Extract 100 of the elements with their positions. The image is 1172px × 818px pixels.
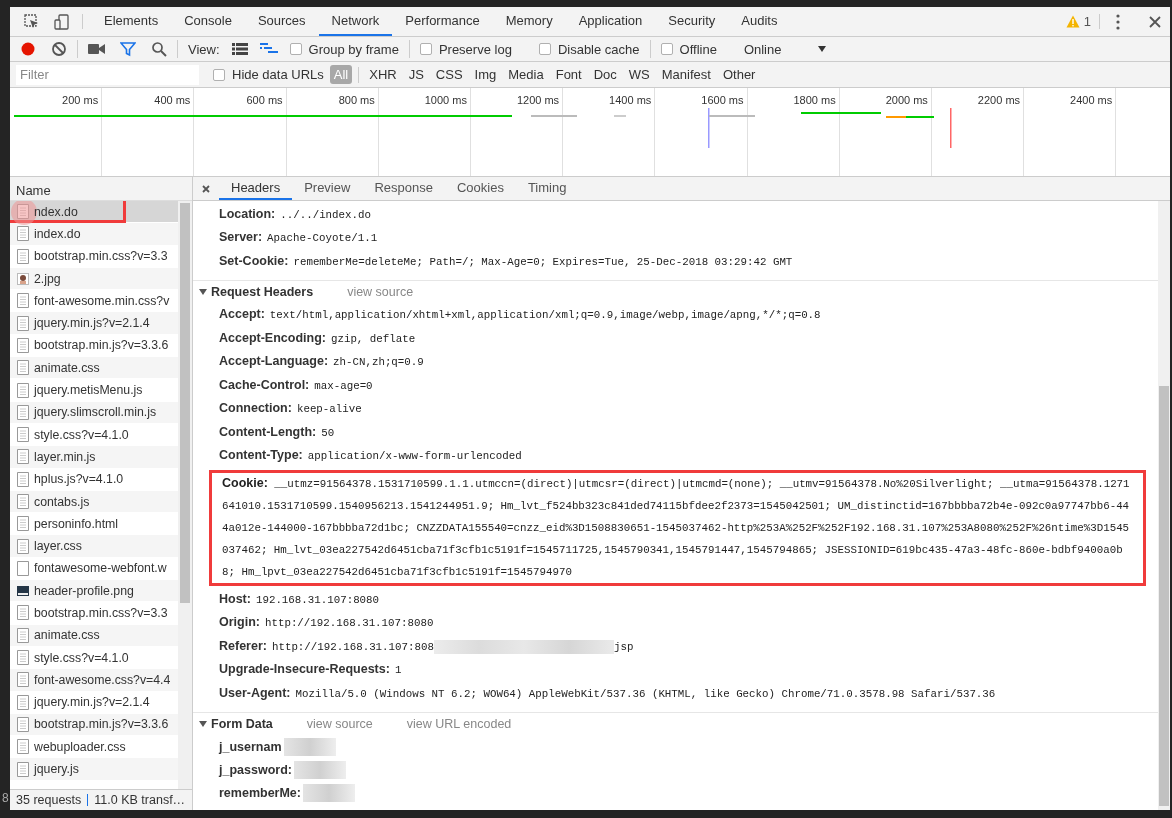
request-row[interactable]: ndex.do [10, 201, 178, 224]
time-tick-label: 400 ms [154, 94, 191, 106]
request-name: index.do [34, 226, 81, 241]
header-name: Accept-Language: [219, 354, 329, 370]
request-row[interactable]: jquery.metisMenu.js [10, 379, 178, 402]
type-filter-button[interactable]: WS [624, 65, 654, 84]
header-name: Connection: [219, 401, 292, 417]
transfer-size: 11.0 KB transf… [94, 793, 186, 807]
panel-tab[interactable]: Application [565, 7, 656, 36]
request-row[interactable]: header-profile.png [10, 580, 178, 603]
view-source-link[interactable]: view source [347, 285, 414, 299]
detail-tab[interactable]: Preview [292, 177, 363, 200]
request-row[interactable]: jquery.min.js?v=2.1.4 [10, 312, 178, 335]
section-title[interactable]: Request Headers [211, 285, 314, 299]
request-row[interactable]: layer.min.js [10, 446, 178, 469]
warning-count[interactable]: 1 [1083, 14, 1100, 29]
header-name: User-Agent: [219, 685, 291, 701]
checkbox-label[interactable]: Hide data URLs [232, 67, 324, 82]
request-name: jquery.slimscroll.min.js [34, 405, 157, 420]
header-name: Origin: [219, 615, 260, 631]
request-row[interactable]: layer.css [10, 535, 178, 558]
type-filter-button[interactable]: Font [551, 65, 586, 84]
request-name: bootstrap.min.css?v=3.3 [34, 606, 168, 620]
request-row[interactable]: contabs.js [10, 490, 178, 514]
time-tick-label: 2400 ms [1070, 94, 1113, 106]
request-row[interactable]: animate.css [10, 624, 178, 647]
request-name: animate.css [34, 360, 100, 375]
detail-tab[interactable]: Headers [219, 177, 293, 200]
edge-text: 8 [2, 791, 9, 805]
header-value: ../../index.do [280, 208, 371, 221]
detail-tab[interactable]: Timing [515, 177, 579, 200]
type-filter-button[interactable]: Manifest [657, 65, 715, 84]
request-row[interactable]: hplus.js?v=4.1.0 [10, 468, 178, 491]
header-value: zh-CN,zh;q=0.9 [333, 356, 424, 368]
request-row[interactable]: animate.css [10, 357, 178, 380]
time-tick-label: 600 ms [246, 94, 283, 106]
header-name: Content-Type: [219, 448, 303, 464]
view-source-link[interactable]: view source [306, 717, 373, 731]
type-filter-button[interactable]: JS [404, 65, 428, 84]
checkbox-label[interactable]: Group by frame [308, 41, 399, 57]
view-source-link[interactable]: view URL encoded [406, 717, 512, 731]
panel-tab[interactable]: Sources [244, 7, 319, 36]
request-name: 2.jpg [34, 271, 61, 286]
request-row[interactable]: index.do [10, 223, 178, 246]
request-row[interactable]: jquery.js [10, 758, 178, 781]
checkbox-label[interactable]: Preserve log [438, 41, 512, 57]
type-filter-button[interactable]: Img [470, 65, 501, 84]
request-row[interactable]: font-awesome.css?v=4.4 [10, 669, 178, 692]
header-value: http://192.168.31.107:8080 [264, 617, 434, 629]
header-name: Content-Length: [219, 424, 317, 440]
time-tick-label: 1400 ms [609, 94, 652, 106]
header-value: Apache-Coyote/1.1 [267, 232, 378, 244]
type-filter-button[interactable]: XHR [365, 65, 401, 84]
detail-tab[interactable]: Response [362, 177, 445, 200]
panel-tab[interactable]: Performance [392, 7, 493, 36]
request-name: layer.css [34, 539, 82, 554]
header-name: Cache-Control: [219, 377, 310, 393]
panel-tab[interactable]: Memory [492, 7, 566, 36]
checkbox-label[interactable]: Offline [679, 41, 717, 57]
request-name: style.css?v=4.1.0 [34, 427, 129, 442]
header-name: Host: [219, 591, 251, 607]
request-name: bootstrap.min.js?v=3.3.6 [34, 717, 169, 732]
form-field-name: j_password: [219, 761, 292, 779]
checkbox-label[interactable]: Disable cache [557, 41, 640, 57]
filter-field[interactable]: Filter [16, 64, 199, 85]
header-value: 1 [394, 664, 402, 676]
request-row[interactable]: jquery.slimscroll.min.js [10, 401, 178, 424]
request-name: fontawesome-webfont.w [34, 561, 167, 576]
panel-tab[interactable]: Elements [91, 7, 172, 36]
request-name: jquery.js [34, 762, 79, 777]
form-field-name: j_usernam [219, 738, 282, 756]
request-row[interactable]: bootstrap.min.js?v=3.3.6 [10, 713, 178, 737]
type-filter-button[interactable]: CSS [431, 65, 467, 84]
header-name: Accept: [219, 307, 265, 323]
panel-tab[interactable]: Security [655, 7, 729, 36]
request-row[interactable]: 2.jpg [10, 267, 178, 291]
request-count: 35 requests [16, 793, 82, 807]
request-row[interactable]: bootstrap.min.css?v=3.3 [10, 245, 178, 268]
panel-tab[interactable]: Audits [728, 7, 791, 36]
throttling-value[interactable]: Online [743, 41, 782, 57]
type-filter-button[interactable]: Other [718, 65, 760, 84]
type-filter-button[interactable]: Doc [589, 65, 621, 84]
type-filter-button[interactable]: Media [504, 65, 548, 84]
section-title[interactable]: Form Data [211, 717, 273, 731]
time-tick-label: 200 ms [62, 94, 99, 106]
header-value: 192.168.31.107:8080 [255, 593, 380, 606]
request-name: jquery.min.js?v=2.1.4 [34, 695, 150, 710]
request-name: hplus.js?v=4.1.0 [34, 472, 124, 487]
column-header[interactable]: Name [16, 183, 51, 198]
panel-tab[interactable]: Console [171, 7, 245, 36]
detail-tab[interactable]: Cookies [444, 177, 516, 200]
header-name: Location: [219, 206, 276, 222]
request-name: webuploader.css [34, 739, 126, 754]
header-value: application/x-www-form-urlencoded [307, 450, 522, 462]
request-row[interactable]: bootstrap.min.css?v=3.3 [10, 602, 178, 625]
time-tick-label: 1600 ms [701, 94, 744, 106]
request-row[interactable]: jquery.min.js?v=2.1.4 [10, 691, 178, 714]
time-tick-label: 1000 ms [424, 94, 467, 106]
header-value: jsp [613, 640, 634, 653]
header-entry: Cookie: __utmz=91564378.1531710599.1.1.utmccn=(direct)|utmcsr=(direct)|utmcmd=(none); __utmv=91564378.No%20Silverlight; __utma=91564378.1271641010.1531710599.1540956213.1541244951.9; Hm_lvt_f524bb323c841ded74115bfdee2f2373=1545042501; UM_distinctid=167bbbba72b4e-092c0a97747bb6-444a012e-144000-167bbbba72d1bc; CNZZDATA155540=cnzz_eid%3D1508830651-1545037462-http%253A%252F%252F192.168.31.107%253A8080%252F%26ntime%3D1545037462; Hm_lvt_03ea227542d6451cba71f3cfb1c5191f=1545711725,1545790341,1545791447,1545794865; JSESSIONID=619bc435-47a3-48fc-860e-bdbf9400a0b8; Hm_lpvt_03ea227542d6451cba71f3cfb1c5191f=1545794970 [222, 478, 1130, 578]
